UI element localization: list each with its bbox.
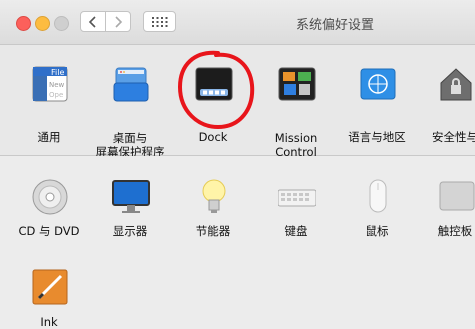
keyboard-icon: [278, 189, 316, 207]
personal-section: File New Ope 通用 桌面与 屏幕保护程序 Dock Mission …: [0, 45, 475, 159]
svg-text:New: New: [49, 81, 65, 89]
pref-language-label: 语言与地区: [348, 130, 406, 144]
pref-general-label: 通用: [37, 130, 61, 144]
chevron-left-icon: [88, 15, 96, 28]
pref-language-region[interactable]: 语言与地区: [337, 65, 417, 145]
dock-icon: [195, 67, 233, 101]
ink-pen-icon: [32, 269, 68, 305]
show-all-button[interactable]: [143, 11, 176, 32]
globe-flag-icon: [360, 68, 396, 100]
hardware-section: CD 与 DVD 显示器 节能器 键盘 鼠标 触控板 Ink: [0, 156, 475, 329]
pref-keyboard[interactable]: 键盘: [256, 178, 336, 238]
title-bar: 系统偏好设置: [0, 0, 475, 45]
lightbulb-icon: [202, 179, 226, 213]
pref-trackpad[interactable]: 触控板: [415, 178, 475, 238]
close-window-button[interactable]: [16, 16, 31, 31]
house-lock-icon: [440, 68, 472, 101]
pref-trackpad-label: 触控板: [437, 224, 473, 238]
pref-security-label: 安全性与: [432, 130, 475, 144]
mission-control-icon: [278, 67, 316, 101]
pref-dock[interactable]: Dock: [173, 65, 253, 145]
pref-general[interactable]: File New Ope 通用: [9, 65, 89, 145]
pref-energy-label: 节能器: [195, 224, 231, 238]
pref-desktop-label-1: 桌面与: [112, 131, 148, 145]
forward-button[interactable]: [105, 11, 131, 32]
pref-mouse-label: 鼠标: [365, 224, 389, 238]
pref-displays-label: 显示器: [112, 224, 148, 238]
svg-text:Ope: Ope: [49, 91, 63, 99]
general-icon: File New Ope: [32, 66, 68, 102]
pref-security[interactable]: 安全性与: [415, 65, 475, 145]
trackpad-icon: [439, 181, 475, 211]
pref-ink[interactable]: Ink: [9, 268, 89, 329]
pref-displays[interactable]: 显示器: [90, 178, 170, 238]
pref-cd-dvd[interactable]: CD 与 DVD: [9, 178, 89, 238]
pref-mission-control[interactable]: Mission Control: [256, 65, 336, 159]
pref-mouse[interactable]: 鼠标: [337, 178, 417, 238]
pref-dock-label: Dock: [198, 130, 228, 144]
pref-keyboard-label: 键盘: [284, 224, 308, 238]
back-button[interactable]: [80, 11, 106, 32]
chevron-right-icon: [115, 15, 123, 28]
grid-icon: [151, 16, 167, 27]
window-title: 系统偏好设置: [295, 18, 374, 33]
pref-desktop-screensaver[interactable]: 桌面与 屏幕保护程序: [90, 65, 170, 159]
mouse-icon: [369, 179, 387, 213]
pref-cd-dvd-label: CD 与 DVD: [18, 224, 80, 238]
pref-energy-saver[interactable]: 节能器: [173, 178, 253, 238]
monitor-icon: [112, 180, 150, 213]
minimize-window-button[interactable]: [35, 16, 50, 31]
zoom-window-button[interactable]: [54, 16, 69, 31]
pref-ink-label: Ink: [40, 315, 58, 329]
svg-text:File: File: [51, 68, 64, 77]
desktop-screensaver-icon: [113, 67, 149, 102]
pref-mission-label-1: Mission: [274, 131, 318, 145]
disc-icon: [32, 179, 68, 215]
